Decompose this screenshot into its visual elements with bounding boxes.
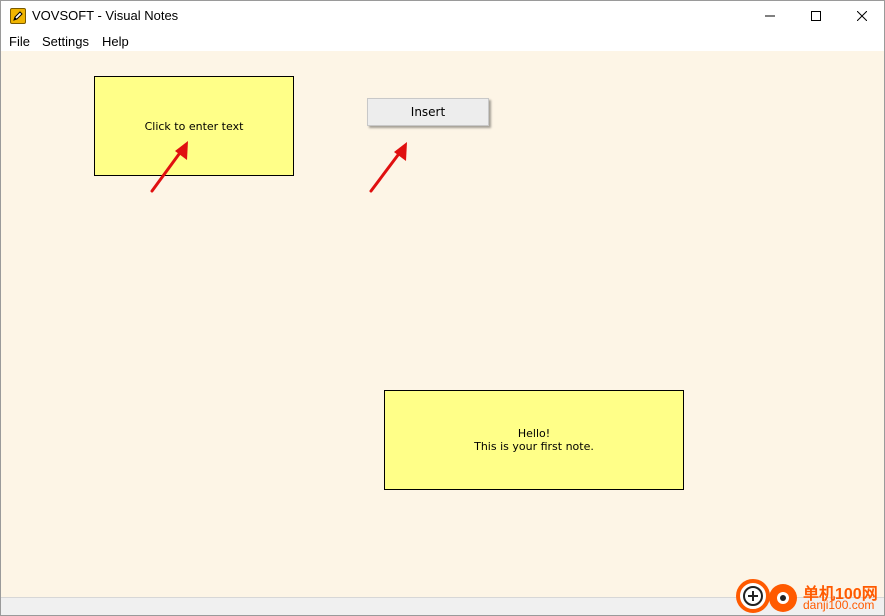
maximize-icon (811, 11, 821, 21)
close-button[interactable] (839, 1, 885, 31)
menu-help[interactable]: Help (102, 34, 129, 49)
notes-canvas[interactable]: Click to enter text Insert Hello! This i… (1, 51, 884, 597)
note-text: This is your first note. (474, 440, 594, 453)
app-pen-icon (10, 8, 26, 24)
app-window: VOVSOFT - Visual Notes File Settings Hel… (0, 0, 885, 616)
insert-button[interactable]: Insert (367, 98, 489, 126)
menu-file[interactable]: File (9, 34, 30, 49)
annotation-arrow-icon (369, 142, 407, 193)
menu-settings[interactable]: Settings (42, 34, 89, 49)
maximize-button[interactable] (793, 1, 839, 31)
sticky-note[interactable]: Hello! This is your first note. (384, 390, 684, 490)
title-bar[interactable]: VOVSOFT - Visual Notes (1, 1, 884, 31)
note-text: Hello! (517, 427, 551, 440)
watermark-logo-icon (736, 579, 797, 613)
annotation-arrow-icon (150, 141, 188, 193)
window-title: VOVSOFT - Visual Notes (32, 8, 179, 23)
watermark: 单机100网 danji100.com (735, 576, 885, 616)
note-text: Click to enter text (144, 119, 244, 133)
menu-bar: File Settings Help (1, 31, 884, 51)
minimize-icon (765, 15, 775, 17)
minimize-button[interactable] (747, 1, 793, 31)
close-icon (857, 11, 867, 21)
watermark-domain: danji100.com (803, 598, 875, 612)
